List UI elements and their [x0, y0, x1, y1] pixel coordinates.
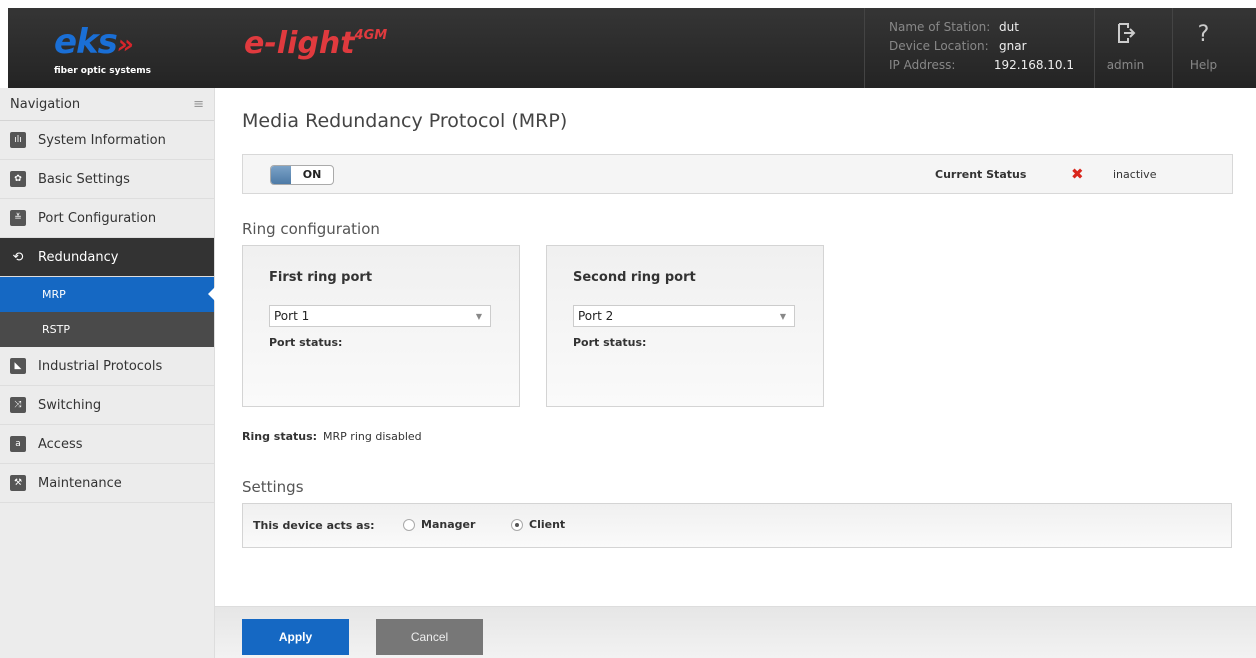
device-location-row: Device Location: gnar [889, 37, 1074, 56]
switch-icon: ⤨ [10, 397, 26, 413]
device-location-value: gnar [999, 39, 1027, 53]
sidebar-item-label: Redundancy [38, 249, 119, 265]
second-ring-port-panel: Second ring port Port 2 ▼ Port status: [546, 245, 824, 407]
first-ring-port-value: Port 1 [274, 309, 310, 323]
sidebar-item-label: Access [38, 436, 83, 452]
product-name: e-light4GM [244, 26, 387, 61]
sidebar-item-label: Industrial Protocols [38, 358, 163, 374]
ring-status-label: Ring status: [242, 430, 318, 443]
logout-icon [1095, 22, 1156, 52]
chevron-down-icon: ▼ [779, 312, 786, 321]
redundancy-icon: ⟲ [12, 249, 24, 265]
second-ring-port-select[interactable]: Port 2 ▼ [573, 305, 795, 327]
sidebar-subitem-label: MRP [42, 288, 66, 301]
lock-icon: a [10, 436, 26, 452]
ip-address-key: IP Address: [889, 58, 956, 72]
company-logo[interactable]: eks» fiber optic systems [8, 8, 214, 88]
mrp-enable-toggle[interactable]: ON [270, 165, 334, 185]
admin-label: admin [1106, 58, 1145, 72]
second-port-status-label: Port status: [573, 336, 647, 349]
top-bar: e-light4GM Name of Station: dut Device Lo… [214, 8, 1256, 88]
ring-status-value: MRP ring disabled [323, 430, 422, 443]
ring-configuration-title: Ring configuration [242, 220, 380, 238]
sidebar-item-switching[interactable]: ⤨ Switching [0, 386, 214, 425]
sidebar-item-industrial-protocols[interactable]: ◣ Industrial Protocols [0, 347, 214, 386]
admin-logout-button[interactable]: admin [1094, 8, 1156, 88]
station-name-value: dut [999, 20, 1019, 34]
apply-button[interactable]: Apply [242, 619, 349, 655]
industrial-icon: ◣ [10, 358, 26, 374]
toggle-knob [271, 166, 291, 184]
chevron-down-icon: ▼ [475, 312, 482, 321]
station-name-row: Name of Station: dut [889, 18, 1074, 37]
ip-address-row: IP Address: 192.168.10.1 [889, 56, 1074, 75]
sidebar-item-label: Maintenance [38, 475, 122, 491]
role-settings-bar: This device acts as: Manager Client [242, 503, 1232, 548]
settings-title: Settings [242, 478, 304, 496]
ports-icon: ≚ [10, 210, 26, 226]
gear-icon: ✿ [10, 171, 26, 187]
sidebar-item-redundancy[interactable]: ⟲ Redundancy [0, 238, 214, 277]
wrench-icon: ⚒ [10, 475, 26, 491]
header: eks» fiber optic systems e-light4GM Name… [0, 0, 1256, 88]
client-radio-label: Client [529, 518, 566, 531]
sidebar-item-maintenance[interactable]: ⚒ Maintenance [0, 464, 214, 503]
main-content: Media Redundancy Protocol (MRP) ON Curre… [215, 88, 1256, 658]
sidebar-item-label: Port Configuration [38, 210, 157, 226]
sidebar-subitem-label: RSTP [42, 323, 70, 336]
radio-checked-icon [511, 518, 523, 531]
sidebar-item-access[interactable]: a Access [0, 425, 214, 464]
acts-as-label: This device acts as: [253, 519, 375, 532]
manager-radio-label: Manager [421, 518, 476, 531]
current-status-label: Current Status [935, 168, 1027, 181]
navigation-title: Navigation [10, 97, 81, 112]
sidebar-item-basic-settings[interactable]: ✿ Basic Settings [0, 160, 214, 199]
help-button[interactable]: ? Help [1172, 8, 1234, 88]
toggle-label: ON [302, 168, 322, 181]
station-info: Name of Station: dut Device Location: gnar… [864, 8, 1074, 88]
sidebar-item-port-configuration[interactable]: ≚ Port Configuration [0, 199, 214, 238]
first-ring-port-title: First ring port [269, 270, 373, 285]
device-location-key: Device Location: [889, 39, 989, 53]
ip-address-value: 192.168.10.1 [993, 58, 1074, 72]
navigation-header: Navigation ≡ [0, 88, 214, 121]
cancel-button[interactable]: Cancel [376, 619, 483, 655]
mrp-enable-bar: ON Current Status ✖ inactive [242, 154, 1233, 194]
logo-subtitle: fiber optic systems [54, 66, 151, 76]
station-name-key: Name of Station: [889, 20, 991, 34]
sidebar-item-system-information[interactable]: ılı System Information [0, 121, 214, 160]
product-name-text: e-light [244, 26, 355, 61]
first-ring-port-panel: First ring port Port 1 ▼ Port status: [242, 245, 520, 407]
help-label: Help [1189, 58, 1218, 72]
first-ring-port-select[interactable]: Port 1 ▼ [269, 305, 491, 327]
sidebar: Navigation ≡ ılı System Information ✿ Basi… [0, 88, 215, 658]
manager-radio[interactable]: Manager [403, 518, 475, 531]
question-icon: ? [1197, 22, 1210, 47]
second-ring-port-title: Second ring port [573, 270, 696, 285]
first-port-status-label: Port status: [269, 336, 343, 349]
product-model: 4GM [354, 28, 388, 43]
action-footer: Apply Cancel [215, 606, 1256, 658]
sidebar-subitem-mrp[interactable]: MRP [0, 277, 215, 312]
second-ring-port-value: Port 2 [578, 309, 614, 323]
radio-unchecked-icon [403, 518, 415, 531]
inactive-x-icon: ✖ [1071, 165, 1084, 183]
chart-icon: ılı [10, 132, 26, 148]
current-status-value: inactive [1113, 168, 1157, 181]
ring-status: Ring status: MRP ring disabled [242, 430, 422, 443]
sidebar-item-label: Basic Settings [38, 171, 130, 187]
logo-text: eks [54, 22, 118, 62]
client-radio[interactable]: Client [511, 518, 565, 531]
page-title: Media Redundancy Protocol (MRP) [242, 110, 568, 132]
sidebar-item-label: System Information [38, 132, 166, 148]
hamburger-icon[interactable]: ≡ [193, 97, 204, 112]
logo-arrows: » [116, 30, 134, 60]
sidebar-subitem-rstp[interactable]: RSTP [0, 312, 214, 347]
sidebar-item-label: Switching [38, 397, 102, 413]
